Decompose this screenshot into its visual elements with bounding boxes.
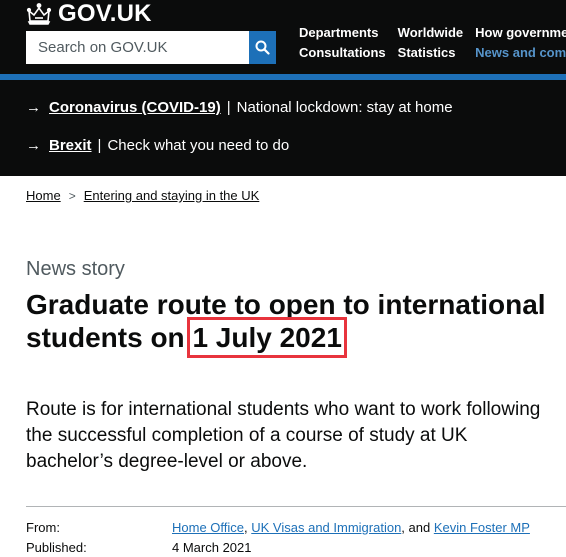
global-notices: → Coronavirus (COVID-19) | National lock… — [0, 80, 566, 176]
search-icon — [255, 40, 270, 55]
meta-from-label: From: — [26, 520, 60, 535]
meta-published-value: 4 March 2021 — [172, 540, 252, 555]
nav-statistics[interactable]: Statistics — [398, 45, 463, 61]
notice-coronavirus: → Coronavirus (COVID-19) | National lock… — [26, 99, 453, 116]
lead-paragraph: Route is for international students who … — [26, 399, 541, 472]
notice-separator: | — [226, 99, 231, 116]
arrow-right-icon: → — [26, 137, 41, 154]
metadata: From: Home Office, UK Visas and Immigrat… — [26, 518, 530, 557]
meta-from-row: From: Home Office, UK Visas and Immigrat… — [26, 518, 530, 538]
nav-worldwide[interactable]: Worldwide — [398, 25, 463, 41]
crown-icon — [26, 3, 52, 25]
title-date-highlight: 1 July 2021 — [187, 317, 347, 358]
search-input[interactable] — [26, 31, 249, 64]
page-title: Graduate route to open to international … — [26, 288, 556, 358]
arrow-right-icon: → — [26, 99, 41, 116]
nav-how-government-works[interactable]: How government — [475, 25, 566, 41]
search-form — [26, 31, 276, 64]
meta-published-label: Published: — [26, 540, 87, 555]
breadcrumb-entering-staying[interactable]: Entering and staying in the UK — [84, 188, 260, 203]
nav-departments[interactable]: Departments — [299, 25, 386, 41]
meta-published-row: Published: 4 March 2021 — [26, 538, 530, 557]
logo-text: GOV.UK — [58, 0, 152, 27]
notice-text: Check what you need to do — [107, 137, 290, 154]
header-nav: Departments Worldwide How government Con… — [299, 25, 566, 61]
page-caption: News story — [26, 258, 125, 280]
link-home-office[interactable]: Home Office — [172, 520, 244, 535]
meta-from-value: Home Office, UK Visas and Immigration, a… — [172, 518, 530, 538]
nav-consultations[interactable]: Consultations — [299, 45, 386, 61]
breadcrumb: Home > Entering and staying in the UK — [26, 188, 259, 203]
notice-separator: | — [97, 137, 102, 154]
notice-text: National lockdown: stay at home — [236, 99, 453, 116]
breadcrumb-home[interactable]: Home — [26, 188, 61, 203]
govuk-logo[interactable]: GOV.UK — [26, 0, 152, 28]
meta-separator: , and — [401, 520, 434, 535]
divider — [26, 506, 566, 507]
site-header: GOV.UK Departments Worldwide How governm… — [0, 0, 566, 74]
notice-link-brexit[interactable]: Brexit — [49, 137, 92, 154]
search-button[interactable] — [249, 31, 276, 64]
chevron-right-icon: > — [68, 188, 76, 203]
notice-link-coronavirus[interactable]: Coronavirus (COVID-19) — [49, 99, 221, 116]
notice-brexit: → Brexit | Check what you need to do — [26, 137, 289, 154]
link-kevin-foster[interactable]: Kevin Foster MP — [434, 520, 530, 535]
nav-news-and-communications[interactable]: News and comm — [475, 45, 566, 61]
link-uk-visas[interactable]: UK Visas and Immigration — [251, 520, 401, 535]
